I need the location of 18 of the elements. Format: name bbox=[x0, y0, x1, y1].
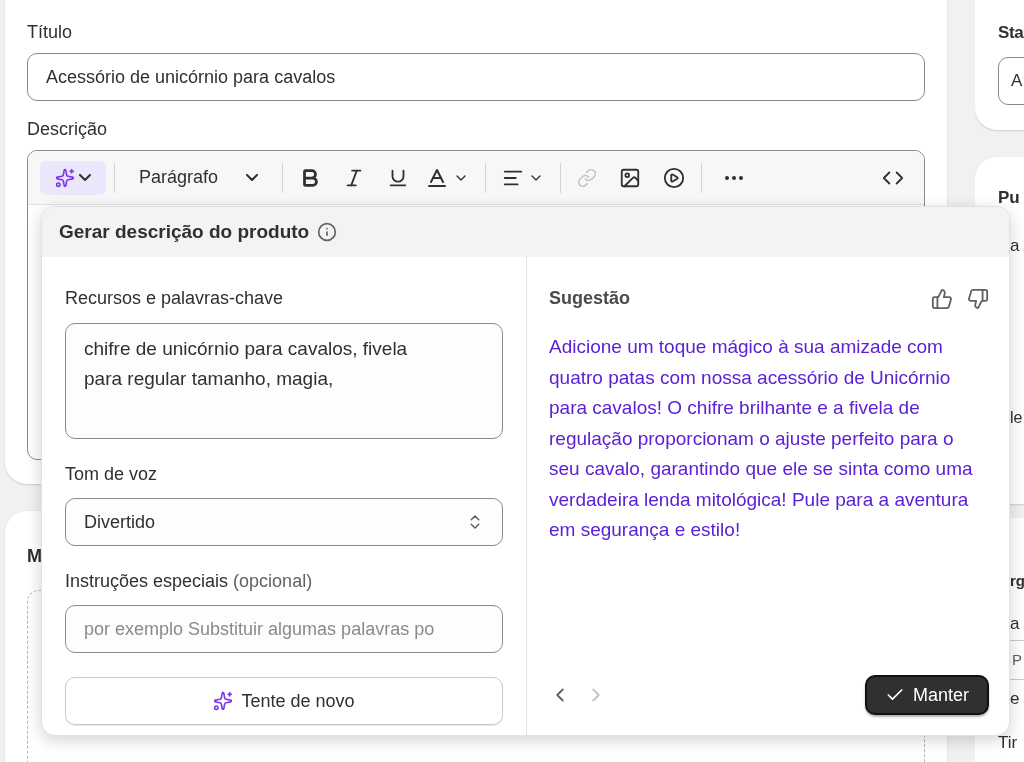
side-text: le bbox=[1010, 408, 1024, 428]
side-card-heading: Pu bbox=[998, 187, 1021, 209]
suggestion-text: Adicione um toque mágico à sua amizade com quatro patas com nossa acessório de Unicórnio para cavalos! O chifre brilhante e a fivela de regulação proporcionam o ajuste perfeito para o seu cavalo, garantindo que ele se sinta como uma verdadeira lenda mitológica! Pule para a aventura em segurança e estilo! bbox=[549, 335, 974, 542]
side-text: Tir bbox=[998, 733, 1019, 752]
description-label: Descrição bbox=[27, 118, 109, 141]
features-label: Recursos e palavras-chave bbox=[65, 287, 285, 310]
status-heading: Sta bbox=[998, 22, 1024, 44]
side-text: a bbox=[1010, 234, 1021, 257]
suggestion-label: Sugestão bbox=[549, 287, 631, 310]
title-label: Título bbox=[27, 21, 74, 44]
tone-label: Tom de voz bbox=[65, 463, 159, 486]
optional-hint: (opcional) bbox=[233, 570, 313, 593]
side-text: e bbox=[1010, 688, 1021, 710]
popover-title: Gerar descrição do produto bbox=[59, 219, 310, 244]
instructions-label: Instruções especiais bbox=[65, 570, 229, 593]
side-text: a bbox=[1010, 612, 1021, 635]
media-heading: M bbox=[27, 545, 43, 568]
side-subheading: rg bbox=[1010, 571, 1024, 591]
